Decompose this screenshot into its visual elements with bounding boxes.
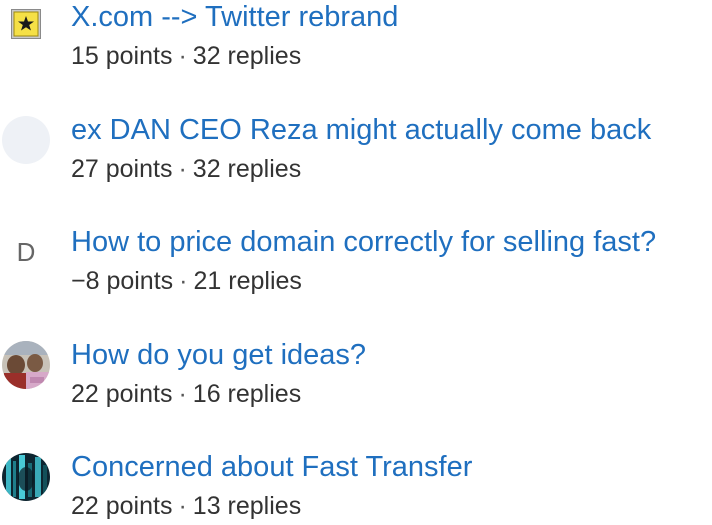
star-flag-icon[interactable] [11,9,41,39]
topic-title-link[interactable]: X.com --> Twitter rebrand [71,0,398,34]
replies-count: 13 replies [192,492,302,520]
avatar[interactable] [2,453,50,501]
list-item: How do you get ideas? 22 points · 16 repli… [0,338,712,418]
meta-separator: · [179,267,188,295]
points-count: 15 points [71,42,173,70]
topic-meta: 27 points · 32 replies [71,153,301,185]
replies-count: 32 replies [192,155,302,183]
topic-title-link[interactable]: How to price domain correctly for sellin… [71,225,656,259]
topic-meta: −8 points · 21 replies [71,265,302,297]
points-count: 22 points [71,492,173,520]
points-count: 22 points [71,380,173,408]
points-count: 27 points [71,155,173,183]
topic-meta: 22 points · 16 replies [71,378,301,410]
replies-count: 32 replies [192,42,302,70]
topic-meta: 22 points · 13 replies [71,490,301,522]
points-count: −8 points [71,267,174,295]
replies-count: 16 replies [192,380,302,408]
list-item: X.com --> Twitter rebrand 15 points · 32 r… [0,0,712,80]
meta-separator: · [178,380,187,408]
topic-title-link[interactable]: How do you get ideas? [71,338,366,372]
topic-meta: 15 points · 32 replies [71,40,301,72]
meta-separator: · [178,492,187,520]
list-item: D How to price domain correctly for sell… [0,225,712,305]
topic-title-link[interactable]: Concerned about Fast Transfer [71,450,472,484]
list-item: Concerned about Fast Transfer 22 points ·… [0,450,712,525]
replies-count: 21 replies [193,267,302,295]
list-item: ex DAN CEO Reza might actually come back… [0,113,712,193]
avatar-letter: D [16,236,36,267]
meta-separator: · [178,42,187,70]
meta-separator: · [178,155,187,183]
avatar[interactable] [2,116,50,164]
avatar[interactable]: D [2,228,50,276]
topic-title-link[interactable]: ex DAN CEO Reza might actually come back [71,113,651,147]
avatar[interactable] [2,341,50,389]
topic-list: X.com --> Twitter rebrand 15 points · 32 r… [0,0,712,525]
